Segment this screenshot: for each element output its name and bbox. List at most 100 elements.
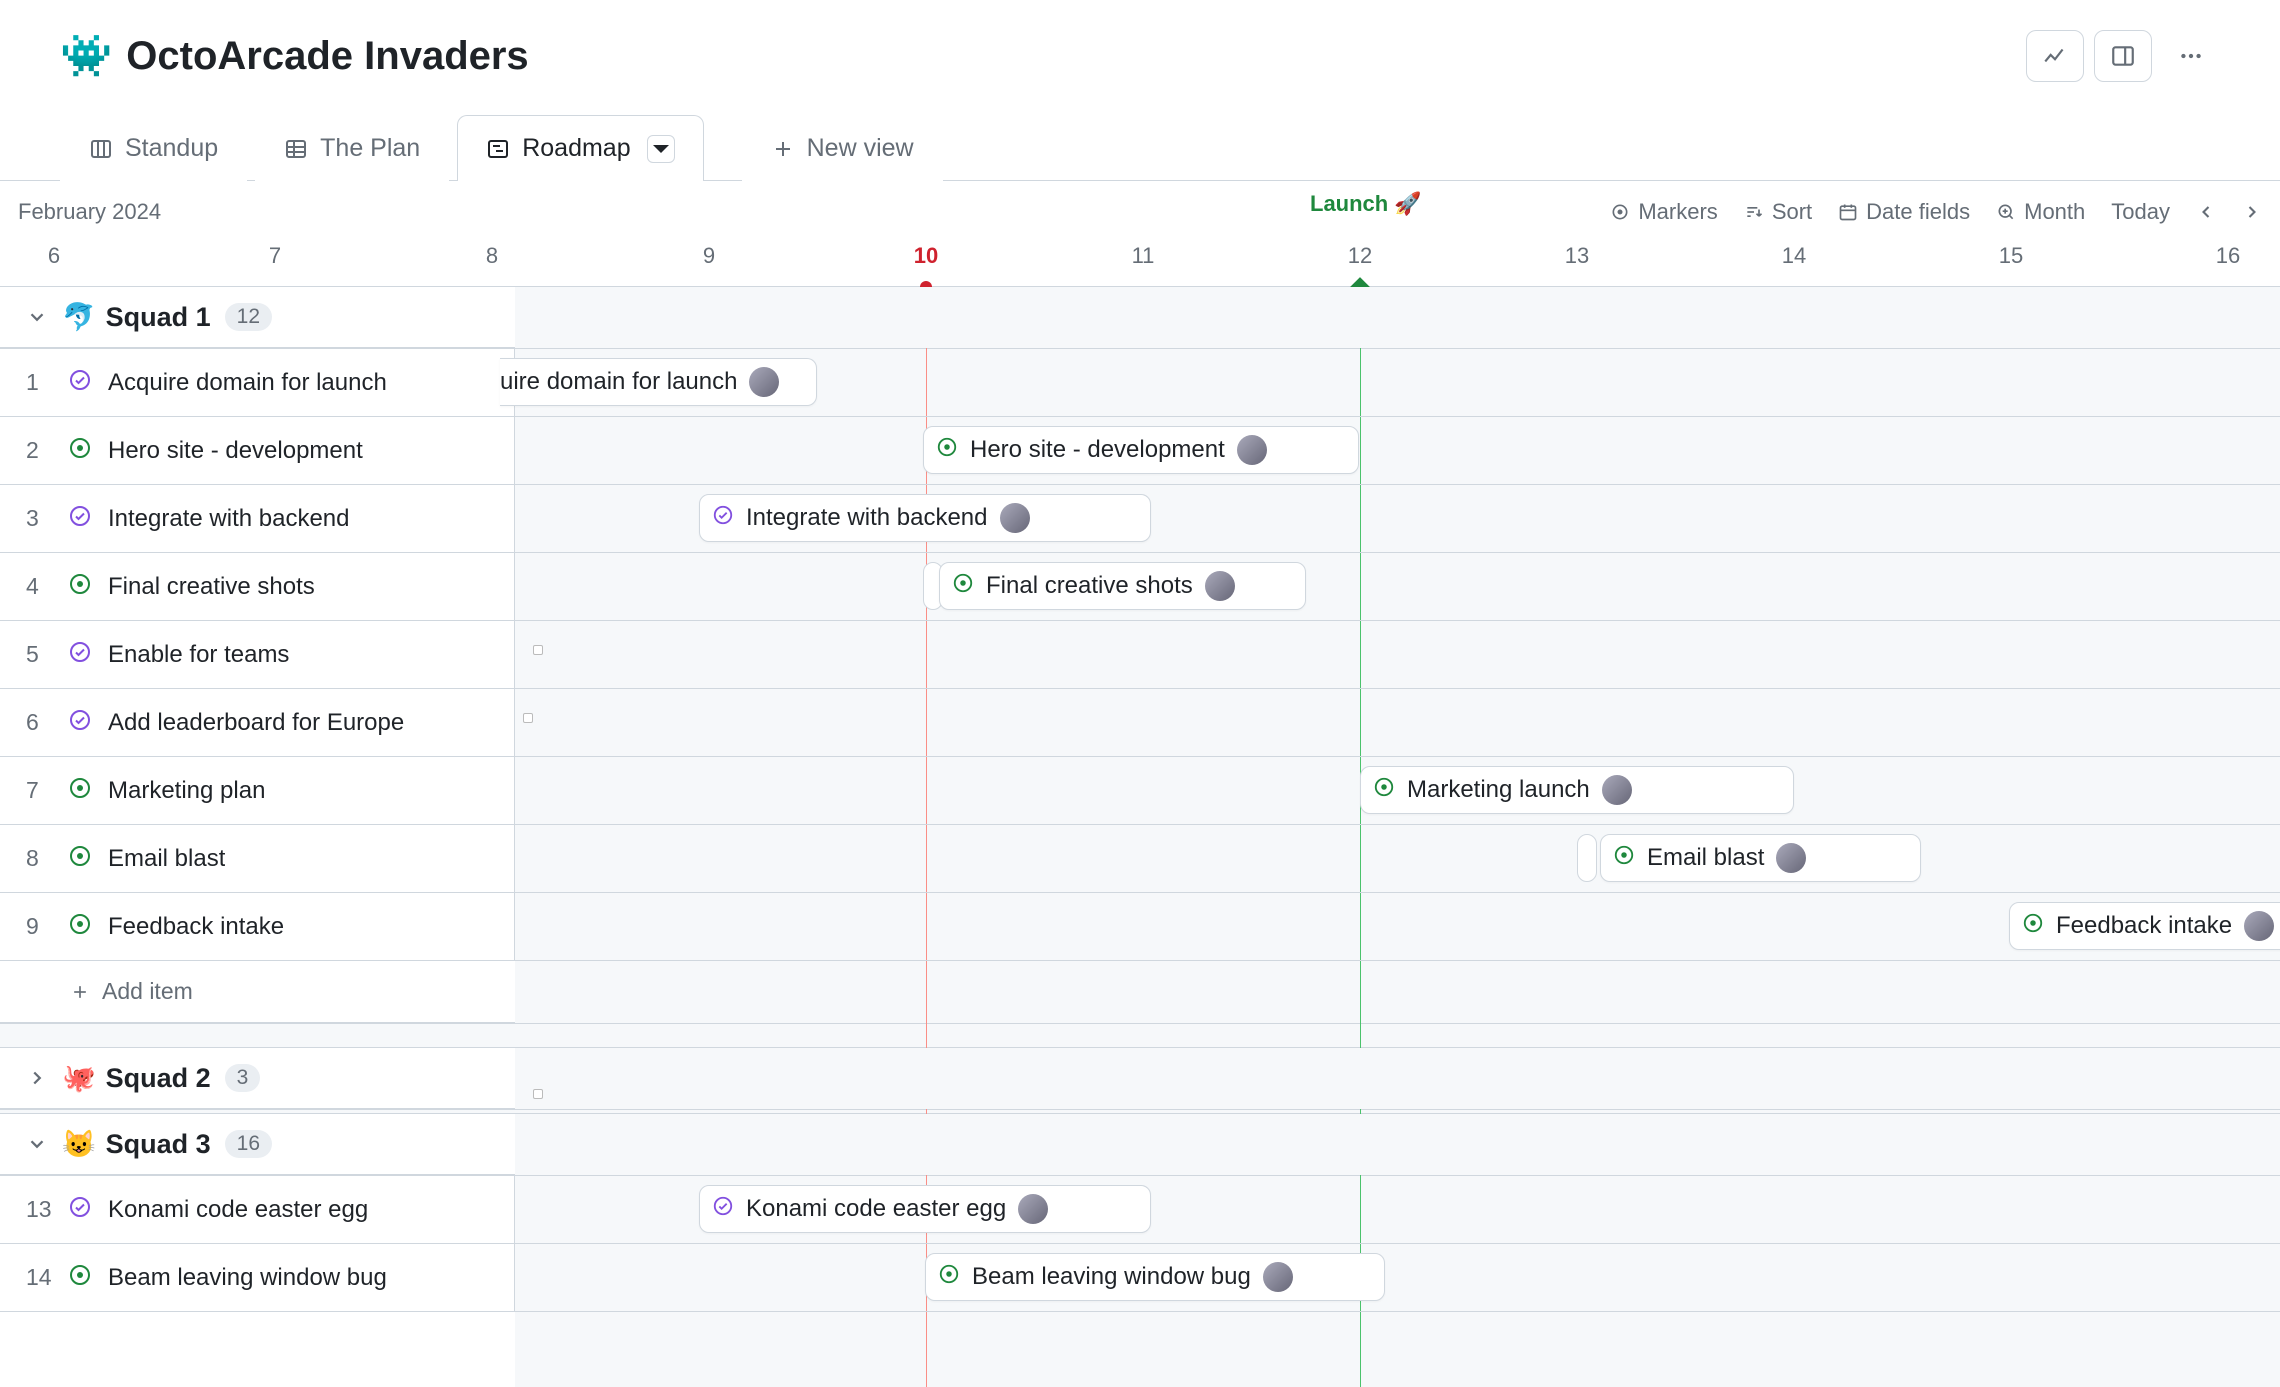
timeline-bar[interactable]: Marketing launch (1360, 766, 1794, 814)
timeline-row: 7Marketing plan Marketing launch (0, 757, 2280, 825)
timeline-bar[interactable]: Feedback intake (2009, 902, 2280, 950)
row-sidebar[interactable]: 7Marketing plan (0, 757, 515, 824)
date-fields-button[interactable]: Date fields (1838, 199, 1970, 225)
row-title: Email blast (108, 845, 225, 873)
timeline-bar[interactable]: Konami code easter egg (699, 1185, 1151, 1233)
today-button[interactable]: Today (2111, 199, 2170, 225)
avatar[interactable] (1237, 435, 1267, 465)
row-title: Hero site - development (108, 437, 363, 465)
group-header-squad-3[interactable]: 😺Squad 316 (0, 1114, 515, 1175)
row-title: Feedback intake (108, 913, 284, 941)
row-timeline[interactable]: Email blast (515, 825, 2280, 892)
status-icon (936, 436, 958, 465)
timeline-bar[interactable]: uire domain for launch (500, 358, 817, 406)
next-button[interactable] (2242, 202, 2262, 222)
markers-button[interactable]: Markers (1610, 199, 1717, 225)
add-item-button[interactable]: Add item (0, 961, 515, 1023)
group-header-squad-2[interactable]: 🐙Squad 23 (0, 1048, 515, 1109)
row-timeline[interactable] (515, 621, 2280, 688)
row-title: Acquire domain for launch (108, 369, 387, 397)
insights-icon (2042, 43, 2068, 69)
row-title: Enable for teams (108, 641, 289, 669)
drag-handle[interactable] (533, 1089, 543, 1099)
tab-dropdown-button[interactable] (647, 135, 675, 163)
drag-handle[interactable] (533, 645, 543, 655)
avatar[interactable] (2244, 911, 2274, 941)
tab-standup[interactable]: Standup (60, 115, 247, 181)
tab-label: The Plan (320, 134, 420, 163)
row-number: 9 (26, 913, 52, 940)
avatar[interactable] (749, 367, 779, 397)
row-sidebar[interactable]: 14 Beam leaving window bug (0, 1244, 515, 1311)
row-title: Beam leaving window bug (108, 1264, 387, 1292)
row-timeline[interactable]: Konami code easter egg (515, 1176, 2280, 1243)
group-name: Squad 1 (106, 302, 211, 333)
avatar[interactable] (1263, 1262, 1293, 1292)
launch-marker-label[interactable]: Launch 🚀 (1310, 191, 1422, 217)
row-sidebar[interactable]: 5Enable for teams (0, 621, 515, 688)
avatar[interactable] (1018, 1194, 1048, 1224)
row-sidebar[interactable]: 2 Hero site - development (0, 417, 515, 484)
row-number: 14 (26, 1264, 52, 1291)
group-header-squad-1[interactable]: 🐬Squad 112 (0, 287, 515, 348)
bar-label: Hero site - development (970, 436, 1225, 464)
row-timeline[interactable]: uire domain for launch (515, 349, 2280, 416)
add-item-label: Add item (102, 978, 193, 1005)
row-sidebar[interactable]: 1Acquire domain for launch (0, 349, 515, 416)
day-11: 11 (1132, 243, 1155, 269)
avatar[interactable] (1205, 571, 1235, 601)
bar-stub[interactable] (1577, 834, 1597, 882)
row-timeline[interactable]: Feedback intake (515, 893, 2280, 960)
sort-icon (1744, 202, 1764, 222)
status-icon (68, 844, 92, 873)
row-timeline[interactable] (515, 689, 2280, 756)
timeline-row: 14 Beam leaving window bug Beam leaving wi… (0, 1244, 2280, 1312)
row-number: 2 (26, 437, 52, 464)
marker-icon (1610, 202, 1630, 222)
sort-button[interactable]: Sort (1744, 199, 1812, 225)
drag-handle[interactable] (523, 713, 533, 723)
bar-label: Final creative shots (986, 572, 1193, 600)
timeline-bar[interactable]: Beam leaving window bug (925, 1253, 1385, 1301)
row-timeline[interactable]: Marketing launch (515, 757, 2280, 824)
timeline-row: 1Acquire domain for launchuire domain fo… (0, 349, 2280, 417)
avatar[interactable] (1776, 843, 1806, 873)
row-timeline[interactable]: Integrate with backend (515, 485, 2280, 552)
row-title: Add leaderboard for Europe (108, 709, 404, 737)
kanban-icon (89, 137, 113, 161)
row-sidebar[interactable]: 4Final creative shots (0, 553, 515, 620)
row-timeline[interactable]: Beam leaving window bug (515, 1244, 2280, 1311)
row-sidebar[interactable]: 3Integrate with backend (0, 485, 515, 552)
timeline-bar[interactable]: Email blast (1600, 834, 1921, 882)
prev-button[interactable] (2196, 202, 2216, 222)
bar-label: Feedback intake (2056, 912, 2232, 940)
timeline-bar[interactable]: Final creative shots (939, 562, 1306, 610)
table-icon (284, 137, 308, 161)
group-emoji: 🐙 (62, 1062, 96, 1094)
more-menu-button[interactable] (2162, 30, 2220, 82)
tab-label: Standup (125, 134, 218, 163)
row-timeline[interactable]: Hero site - development (515, 417, 2280, 484)
timeline-bar[interactable]: Hero site - development (923, 426, 1359, 474)
avatar[interactable] (1602, 775, 1632, 805)
timeline-bar[interactable]: Integrate with backend (699, 494, 1151, 542)
row-sidebar[interactable]: 6Add leaderboard for Europe (0, 689, 515, 756)
panel-button[interactable] (2094, 30, 2152, 82)
today-label: Today (2111, 199, 2170, 225)
row-sidebar[interactable]: 9 Feedback intake (0, 893, 515, 960)
status-icon (68, 368, 92, 397)
row-sidebar[interactable]: 8Email blast (0, 825, 515, 892)
row-sidebar[interactable]: 13Konami code easter egg (0, 1176, 515, 1243)
group-count: 12 (225, 303, 272, 331)
insights-button[interactable] (2026, 30, 2084, 82)
row-timeline[interactable]: Final creative shots (515, 553, 2280, 620)
zoom-button[interactable]: Month (1996, 199, 2085, 225)
bar-label: uire domain for launch (500, 368, 737, 396)
tab-new-view[interactable]: New view (742, 115, 943, 181)
tab-the-plan[interactable]: The Plan (255, 115, 449, 181)
avatar[interactable] (1000, 503, 1030, 533)
timeline-row: 3Integrate with backend Integrate with ba… (0, 485, 2280, 553)
tab-roadmap[interactable]: Roadmap (457, 115, 703, 181)
day-16: 16 (2216, 243, 2240, 269)
bar-label: Email blast (1647, 844, 1764, 872)
